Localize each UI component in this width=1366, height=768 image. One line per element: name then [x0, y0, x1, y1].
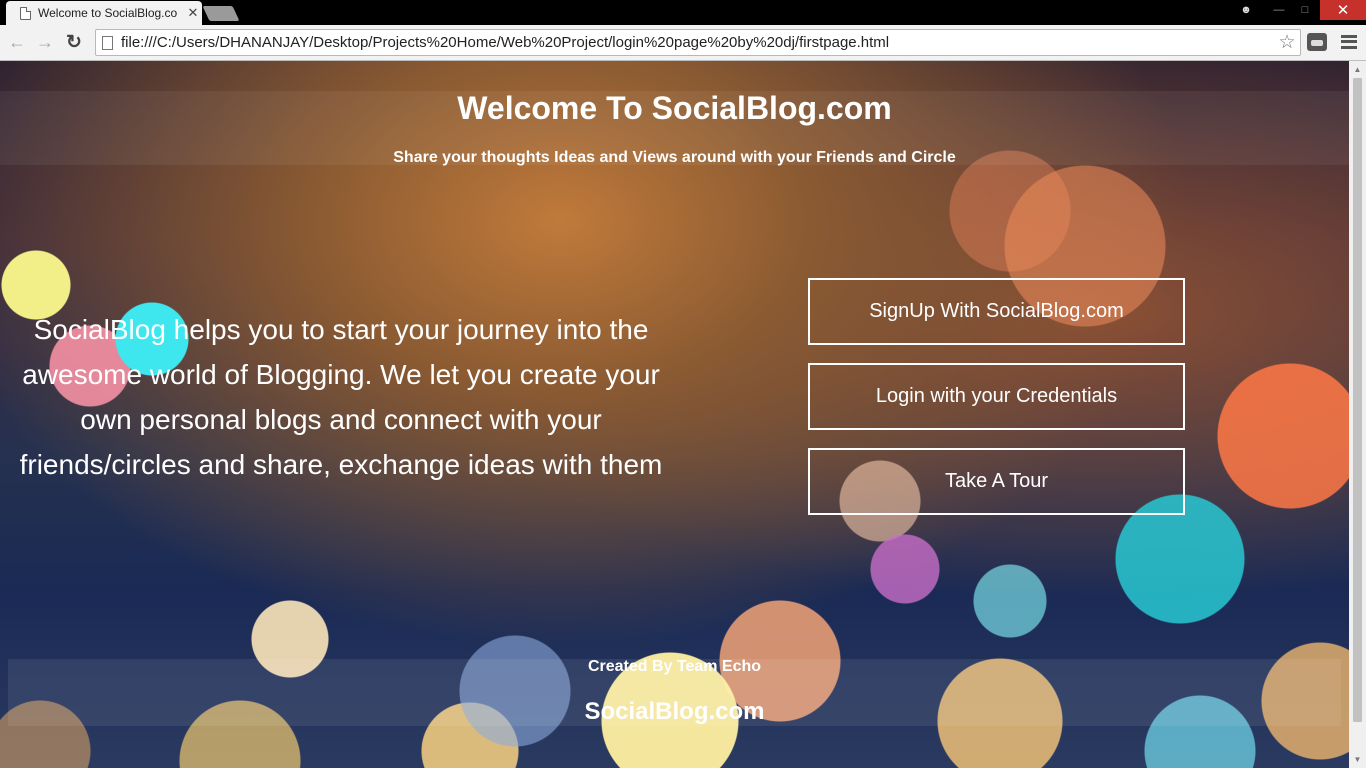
- hamburger-menu-icon[interactable]: [1340, 32, 1358, 52]
- file-icon: [102, 35, 113, 50]
- star-icon[interactable]: ☆: [1274, 31, 1300, 54]
- back-arrow-icon[interactable]: ←: [5, 30, 29, 54]
- browser-toolbar: ← → ↻ file:///C:/Users/DHANANJAY/Desktop…: [0, 25, 1366, 61]
- minimize-button[interactable]: —: [1266, 0, 1292, 20]
- reload-icon[interactable]: ↻: [62, 30, 86, 54]
- close-window-button[interactable]: ✕: [1320, 0, 1366, 20]
- maximize-button[interactable]: □: [1292, 0, 1318, 20]
- page-viewport: Welcome To SocialBlog.com Share your tho…: [0, 61, 1366, 768]
- forward-arrow-icon[interactable]: →: [33, 30, 57, 54]
- page-icon: [20, 6, 31, 20]
- user-profile-icon[interactable]: ☻: [1236, 0, 1256, 20]
- scroll-up-arrow-icon[interactable]: ▲: [1349, 61, 1366, 78]
- tab-close-icon[interactable]: ✕: [184, 5, 202, 21]
- url-text[interactable]: file:///C:/Users/DHANANJAY/Desktop/Proje…: [121, 34, 1274, 51]
- address-bar[interactable]: file:///C:/Users/DHANANJAY/Desktop/Proje…: [95, 29, 1301, 56]
- page-subtitle: Share your thoughts Ideas and Views arou…: [393, 149, 956, 166]
- footer-credit: Created By Team Echo: [587, 658, 762, 675]
- footer-brand: SocialBlog.com: [584, 698, 765, 725]
- scroll-thumb[interactable]: [1353, 78, 1362, 722]
- signup-button[interactable]: SignUp With SocialBlog.com: [808, 278, 1185, 345]
- extension-icon[interactable]: [1307, 33, 1327, 51]
- vertical-scrollbar[interactable]: ▲ ▼: [1349, 61, 1366, 768]
- tab-title: Welcome to SocialBlog.co: [38, 6, 178, 20]
- scroll-down-arrow-icon[interactable]: ▼: [1349, 751, 1366, 768]
- tab-strip: Welcome to SocialBlog.co ✕ ☻ — □ ✕: [0, 0, 1366, 25]
- intro-text: SocialBlog helps you to start your journ…: [19, 314, 663, 480]
- new-tab-button[interactable]: [202, 6, 240, 21]
- login-button[interactable]: Login with your Credentials: [808, 363, 1185, 430]
- take-tour-button[interactable]: Take A Tour: [808, 448, 1185, 515]
- browser-tab[interactable]: Welcome to SocialBlog.co ✕: [6, 1, 202, 25]
- page-title: Welcome To SocialBlog.com: [457, 90, 892, 126]
